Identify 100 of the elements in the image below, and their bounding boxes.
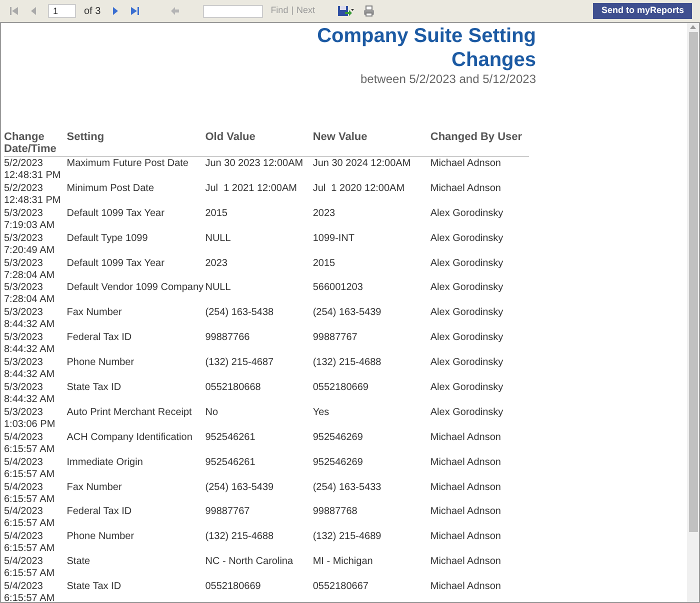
report-title: Changes xyxy=(452,48,536,72)
date-cell-text: 5/4/2023 xyxy=(4,556,44,568)
table-cell: Federal Tax ID xyxy=(66,506,132,518)
back-arrow-icon[interactable] xyxy=(168,5,181,17)
time-cell-text: 6:15:57 AM xyxy=(4,468,56,481)
time-cell-text: 7:20:49 AM xyxy=(4,244,56,257)
table-cell: Michael Adnson xyxy=(430,158,501,169)
table-cell: Immediate Origin xyxy=(66,456,143,468)
table-cell: Alex Gorodinsky xyxy=(430,208,504,219)
scrollbar-thumb[interactable] xyxy=(688,32,698,532)
send-to-myreports-button[interactable]: Send to myReports xyxy=(593,3,692,19)
table-cell: NULL xyxy=(205,232,231,244)
date-cell-text: 5/4/2023 xyxy=(4,531,44,544)
date-cell-text: 5/3/2023 xyxy=(4,208,44,220)
table-cell: (254) 163-5433 xyxy=(312,482,382,493)
time-cell-text: 7:19:03 AM xyxy=(4,220,56,232)
time-cell-text: 1:03:06 PM xyxy=(4,418,56,431)
table-cell: 99887766 xyxy=(205,332,250,344)
table-cell: Alex Gorodinsky xyxy=(430,307,504,318)
page-number-field[interactable]: 1 xyxy=(48,4,76,18)
column-header: Setting xyxy=(66,131,106,143)
date-cell-text: 5/4/2023 xyxy=(4,432,44,444)
date-cell-text: 5/3/2023 xyxy=(4,357,44,370)
date-cell-text: 5/4/2023 xyxy=(4,456,44,469)
table-cell: 952546269 xyxy=(312,432,363,443)
time-cell-text: 8:44:32 AM xyxy=(4,394,56,406)
table-cell: Alex Gorodinsky xyxy=(430,232,504,244)
column-header: Change xyxy=(4,131,46,143)
table-cell: 2023 xyxy=(312,208,336,219)
time-cell-text: 8:44:32 AM xyxy=(4,344,56,356)
table-cell: (132) 215-4687 xyxy=(205,357,274,368)
table-cell: Michael Adnson xyxy=(430,531,501,542)
column-header: Changed By User xyxy=(430,131,524,143)
table-cell: 99887767 xyxy=(205,506,250,518)
time-cell-text: 6:15:57 AM xyxy=(4,444,56,456)
find-field[interactable] xyxy=(202,4,263,18)
table-cell: 0552180667 xyxy=(312,581,368,592)
first-page-icon[interactable] xyxy=(8,5,20,17)
date-cell-text: 5/4/2023 xyxy=(4,482,44,494)
date-cell-text: 5/3/2023 xyxy=(4,282,44,294)
date-cell-text: 5/2/2023 xyxy=(4,158,44,170)
time-cell-text: 12:48:31 PM xyxy=(4,170,62,182)
save-dropdown-icon[interactable] xyxy=(337,5,356,17)
date-cell-text: 5/4/2023 xyxy=(4,506,44,518)
table-cell: Michael Adnson xyxy=(430,581,501,592)
page-count: of 3 xyxy=(84,4,101,18)
table-cell: Default Type 1099 xyxy=(66,232,148,244)
column-header: New Value xyxy=(312,131,368,143)
table-cell: 0552180668 xyxy=(205,382,261,394)
date-cell-text: 5/3/2023 xyxy=(4,307,44,320)
table-cell: 99887767 xyxy=(312,332,358,344)
separator-text: | xyxy=(291,4,294,18)
time-cell-text: 7:28:04 AM xyxy=(4,294,56,306)
date-cell-text: 5/4/2023 xyxy=(4,581,44,594)
table-cell: (254) 163-5438 xyxy=(205,307,274,318)
time-cell-text: 6:15:57 AM xyxy=(4,494,56,506)
date-cell-text: 5/3/2023 xyxy=(4,258,44,270)
table-cell: (254) 163-5439 xyxy=(205,482,274,493)
report-title: Company Suite Setting xyxy=(317,24,536,48)
date-cell-text: 5/3/2023 xyxy=(4,332,44,344)
last-page-icon[interactable] xyxy=(128,5,141,17)
table-cell: 952546261 xyxy=(205,432,256,443)
date-cell-text: 5/3/2023 xyxy=(4,382,44,394)
table-cell: Minimum Post Date xyxy=(66,182,154,194)
report-subtitle: between 5/2/2023 and 5/12/2023 xyxy=(360,72,536,86)
time-cell-text: 6:15:57 AM xyxy=(4,593,56,602)
table-cell: 2023 xyxy=(205,258,228,269)
date-cell-text: 5/2/2023 xyxy=(4,182,44,195)
scrollbar[interactable] xyxy=(687,23,699,602)
table-cell: Fax Number xyxy=(66,307,122,318)
date-cell-text: 5/3/2023 xyxy=(4,232,44,245)
table-cell: Michael Adnson xyxy=(430,432,501,443)
table-cell: Alex Gorodinsky xyxy=(430,282,504,294)
table-cell: Yes xyxy=(312,406,330,418)
table-cell: Default 1099 Tax Year xyxy=(66,258,164,269)
table-cell: Alex Gorodinsky xyxy=(430,258,504,269)
table-cell: 0552180669 xyxy=(205,581,261,592)
table-cell: Alex Gorodinsky xyxy=(430,357,504,368)
time-cell-text: 8:44:32 AM xyxy=(4,369,56,382)
table-cell: Fax Number xyxy=(66,482,122,493)
table-cell: 952546261 xyxy=(205,456,256,468)
column-header: Old Value xyxy=(205,131,256,143)
table-cell: No xyxy=(205,406,218,418)
table-cell: Default Vendor 1099 Company xyxy=(66,282,204,294)
table-cell: Alex Gorodinsky xyxy=(430,332,504,344)
scroll-up-icon[interactable] xyxy=(690,25,696,29)
table-cell: (132) 215-4689 xyxy=(312,531,382,542)
table-cell: Alex Gorodinsky xyxy=(430,406,504,418)
print-icon[interactable] xyxy=(363,5,376,17)
table-cell: Default 1099 Tax Year xyxy=(66,208,164,219)
date-cell-text: 5/3/2023 xyxy=(4,406,44,419)
table-cell: Jun 30 2024 12:00AM xyxy=(312,158,411,169)
table-cell: Jun 30 2023 12:00AM xyxy=(205,158,304,169)
table-cell: (132) 215-4688 xyxy=(205,531,274,542)
table-cell: State Tax ID xyxy=(66,382,122,394)
table-cell: NULL xyxy=(205,282,231,294)
table-cell: Michael Adnson xyxy=(430,482,501,493)
table-cell: Maximum Future Post Date xyxy=(66,158,188,169)
table-cell: Auto Print Merchant Receipt xyxy=(66,406,192,418)
table-cell: Phone Number xyxy=(66,531,134,542)
